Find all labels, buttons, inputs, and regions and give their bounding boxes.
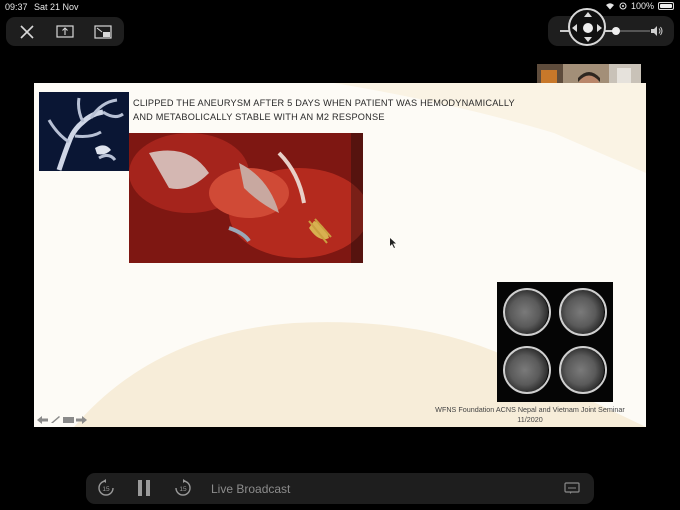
aim-down-icon xyxy=(584,37,592,42)
ct-scan-slice xyxy=(503,288,551,336)
live-broadcast-label: Live Broadcast xyxy=(211,482,291,496)
aim-right-icon xyxy=(597,24,602,32)
captions-icon xyxy=(564,482,580,494)
aim-left-icon xyxy=(572,24,577,32)
ct-scan-slice xyxy=(503,346,551,394)
slide-footer: WFNS Foundation ACNS Nepal and Vietnam J… xyxy=(420,405,640,425)
external-display-button[interactable] xyxy=(84,17,122,46)
pause-button[interactable] xyxy=(132,477,156,499)
volume-slider-knob[interactable] xyxy=(611,27,620,35)
presentation-slide: CLIPPED THE ANEURYSM AFTER 5 DAYS WHEN P… xyxy=(34,83,646,427)
ct-scan-slice xyxy=(559,288,607,336)
aim-up-icon xyxy=(584,12,592,17)
top-controls xyxy=(6,17,124,46)
angiography-image xyxy=(39,92,129,171)
ct-scan-slice xyxy=(559,346,607,394)
arrow-left-icon[interactable] xyxy=(37,416,48,424)
pen-icon[interactable] xyxy=(50,416,61,424)
slide-title: CLIPPED THE ANEURYSM AFTER 5 DAYS WHEN P… xyxy=(133,96,533,124)
airplay-screen-icon xyxy=(94,24,112,39)
slide-footer-date: 11/2020 xyxy=(517,415,543,424)
slide-title-line-2: AND METABOLICALLY STABLE WITH AN M2 RESP… xyxy=(133,112,385,122)
skip-back-button[interactable]: 15 xyxy=(94,477,118,499)
menu-icon[interactable] xyxy=(63,416,74,424)
status-time: 09:37 xyxy=(5,2,28,12)
surgical-field-image xyxy=(129,133,363,263)
wifi-icon xyxy=(605,3,614,10)
skip-forward-15-icon: 15 xyxy=(175,479,191,496)
captions-button[interactable] xyxy=(560,477,584,499)
camera-control-icon xyxy=(583,23,593,33)
skip-forward-button[interactable]: 15 xyxy=(171,477,195,499)
location-icon xyxy=(619,2,627,10)
pause-icon xyxy=(138,480,150,496)
skip-forward-label: 15 xyxy=(179,486,187,493)
volume-controls xyxy=(548,16,674,46)
arrow-right-icon[interactable] xyxy=(76,416,87,424)
battery-percent: 100% xyxy=(630,1,654,11)
ct-scan-grid xyxy=(497,282,613,402)
mouse-cursor-icon xyxy=(390,238,396,248)
picture-in-picture-icon xyxy=(56,25,74,38)
player-controls: 15 15 Live Broadcast xyxy=(86,473,594,504)
picture-in-picture-button[interactable] xyxy=(46,17,84,46)
battery-icon xyxy=(658,2,674,10)
skip-back-label: 15 xyxy=(102,486,110,493)
close-button[interactable] xyxy=(8,17,46,46)
slide-nav-controls xyxy=(37,416,87,424)
status-right: 100% xyxy=(605,1,674,11)
status-date: Sat 21 Nov xyxy=(34,2,79,12)
close-icon xyxy=(20,24,34,39)
slide-title-line-1: CLIPPED THE ANEURYSM AFTER 5 DAYS WHEN P… xyxy=(133,98,515,108)
camera-control-button[interactable] xyxy=(568,8,606,46)
slide-footer-event: WFNS Foundation ACNS Nepal and Vietnam J… xyxy=(435,405,625,414)
speaker-icon[interactable] xyxy=(650,25,664,37)
skip-back-15-icon: 15 xyxy=(98,479,114,496)
